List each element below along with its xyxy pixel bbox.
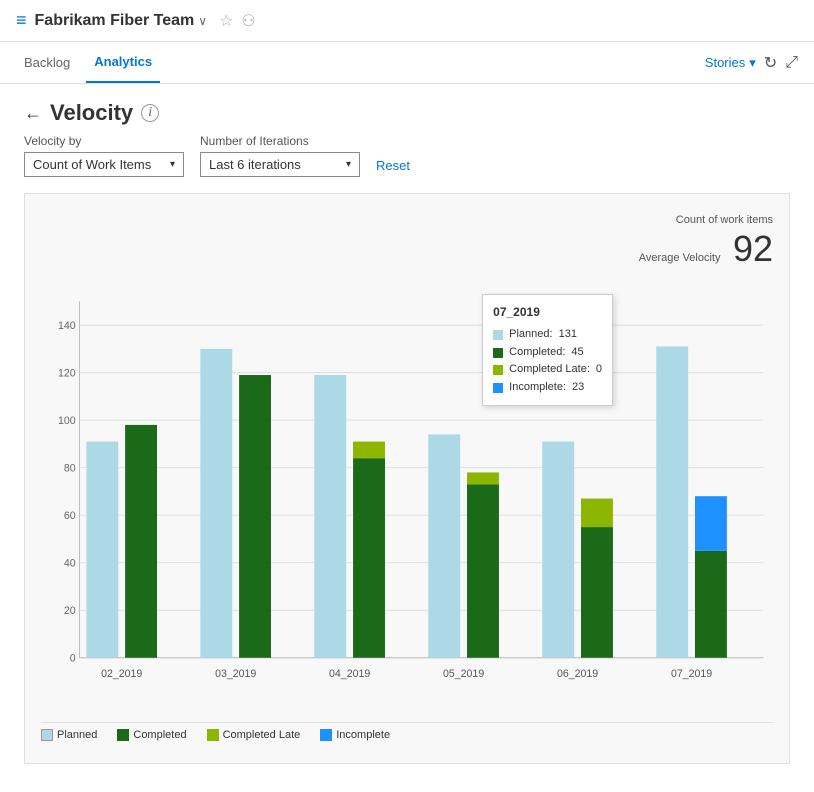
back-row: ← Velocity i xyxy=(24,100,790,126)
iterations-value: Last 6 iterations xyxy=(209,157,301,172)
svg-text:140: 140 xyxy=(58,320,76,332)
iterations-chevron-icon: ▾ xyxy=(346,159,351,170)
svg-text:60: 60 xyxy=(64,510,76,522)
chart-meta: Count of work items Average Velocity 92 xyxy=(41,210,773,270)
svg-text:80: 80 xyxy=(64,463,76,475)
tooltip-completed-label: Completed: xyxy=(509,344,565,362)
refresh-button[interactable]: ↻ xyxy=(764,53,777,73)
legend-completed-label: Completed xyxy=(133,729,186,741)
iterations-label: Number of Iterations xyxy=(200,134,360,148)
svg-text:20: 20 xyxy=(64,605,76,617)
velocity-by-label: Velocity by xyxy=(24,134,184,148)
legend-completed-late: Completed Late xyxy=(207,729,301,741)
tooltip-completed-late-value: 0 xyxy=(596,361,602,379)
stories-chevron-icon: ▾ xyxy=(749,55,756,71)
expand-button[interactable]: ⤢ xyxy=(785,54,798,72)
favorite-icon[interactable]: ☆ xyxy=(219,11,233,31)
tooltip-incomplete-label: Incomplete: xyxy=(509,379,566,397)
tooltip-title: 07_2019 xyxy=(493,303,602,322)
back-button[interactable]: ← xyxy=(24,103,42,124)
tooltip-completed-swatch xyxy=(493,348,503,358)
tooltip-planned-row: Planned: 131 xyxy=(493,326,602,344)
tooltip-incomplete-swatch xyxy=(493,383,503,393)
svg-text:05_2019: 05_2019 xyxy=(443,668,484,680)
main-content: ← Velocity i Velocity by Count of Work I… xyxy=(0,84,814,780)
tooltip-planned-value: 131 xyxy=(559,326,577,344)
app-logo-icon: ≡ xyxy=(16,10,27,31)
svg-text:40: 40 xyxy=(64,558,76,570)
nav-backlog[interactable]: Backlog xyxy=(16,43,78,82)
tooltip-planned-swatch xyxy=(493,330,503,340)
legend-planned-swatch xyxy=(41,729,53,741)
svg-text:07_2019: 07_2019 xyxy=(671,668,712,680)
nav-bar: Backlog Analytics Stories ▾ ↻ ⤢ xyxy=(0,42,814,84)
tooltip-completed-late-label: Completed Late: xyxy=(509,361,590,379)
bar-chart: 0 20 40 60 80 100 120 140 02_2019 03_2019 04_2019 0… xyxy=(41,274,773,714)
iterations-filter: Number of Iterations Last 6 iterations ▾ xyxy=(200,134,360,177)
team-chevron-icon[interactable]: ∨ xyxy=(198,14,207,28)
legend-planned-label: Planned xyxy=(57,729,97,741)
svg-text:0: 0 xyxy=(70,653,76,665)
chart-meta-label: Count of work items xyxy=(676,214,773,226)
svg-text:100: 100 xyxy=(58,415,76,427)
svg-text:02_2019: 02_2019 xyxy=(101,668,142,680)
tooltip-planned-label: Planned: xyxy=(509,326,552,344)
tooltip-incomplete-value: 23 xyxy=(572,379,584,397)
help-button[interactable]: i xyxy=(141,104,159,122)
legend-incomplete: Incomplete xyxy=(320,729,390,741)
iterations-dropdown[interactable]: Last 6 iterations ▾ xyxy=(200,152,360,177)
velocity-by-dropdown[interactable]: Count of Work Items ▾ xyxy=(24,152,184,177)
team-icon[interactable]: ⚇ xyxy=(241,11,255,31)
chart-meta-sublabel: Average Velocity xyxy=(639,252,721,264)
tooltip-completed-late-row: Completed Late: 0 xyxy=(493,361,602,379)
tooltip-completed-value: 45 xyxy=(571,344,583,362)
chart-area: Count of work items Average Velocity 92 … xyxy=(24,193,790,764)
stories-label: Stories xyxy=(705,55,745,70)
tooltip-completed-late-swatch xyxy=(493,365,503,375)
velocity-by-value: Count of Work Items xyxy=(33,157,151,172)
legend-completed: Completed xyxy=(117,729,186,741)
chart-container: 07_2019 Planned: 131 Completed: 45 Compl… xyxy=(41,274,773,714)
legend-completed-swatch xyxy=(117,729,129,741)
svg-text:03_2019: 03_2019 xyxy=(215,668,256,680)
stories-dropdown-button[interactable]: Stories ▾ xyxy=(705,55,756,71)
legend-completed-late-label: Completed Late xyxy=(223,729,301,741)
chart-legend: Planned Completed Completed Late Incompl… xyxy=(41,722,773,747)
page-title: Velocity xyxy=(50,100,133,126)
velocity-by-chevron-icon: ▾ xyxy=(170,159,175,170)
chart-average-value: 92 xyxy=(733,228,773,270)
svg-text:04_2019: 04_2019 xyxy=(329,668,370,680)
tooltip-incomplete-row: Incomplete: 23 xyxy=(493,379,602,397)
legend-incomplete-swatch xyxy=(320,729,332,741)
app-header: ≡ Fabrikam Fiber Team ∨ ☆ ⚇ xyxy=(0,0,814,42)
legend-planned: Planned xyxy=(41,729,97,741)
legend-incomplete-label: Incomplete xyxy=(336,729,390,741)
velocity-by-filter: Velocity by Count of Work Items ▾ xyxy=(24,134,184,177)
legend-completed-late-swatch xyxy=(207,729,219,741)
svg-text:120: 120 xyxy=(58,367,76,379)
team-name: Fabrikam Fiber Team xyxy=(35,12,195,30)
nav-analytics[interactable]: Analytics xyxy=(86,42,160,83)
chart-tooltip: 07_2019 Planned: 131 Completed: 45 Compl… xyxy=(482,294,613,406)
reset-button[interactable]: Reset xyxy=(376,154,410,177)
svg-text:06_2019: 06_2019 xyxy=(557,668,598,680)
filters-row: Velocity by Count of Work Items ▾ Number… xyxy=(24,134,790,177)
tooltip-completed-row: Completed: 45 xyxy=(493,344,602,362)
